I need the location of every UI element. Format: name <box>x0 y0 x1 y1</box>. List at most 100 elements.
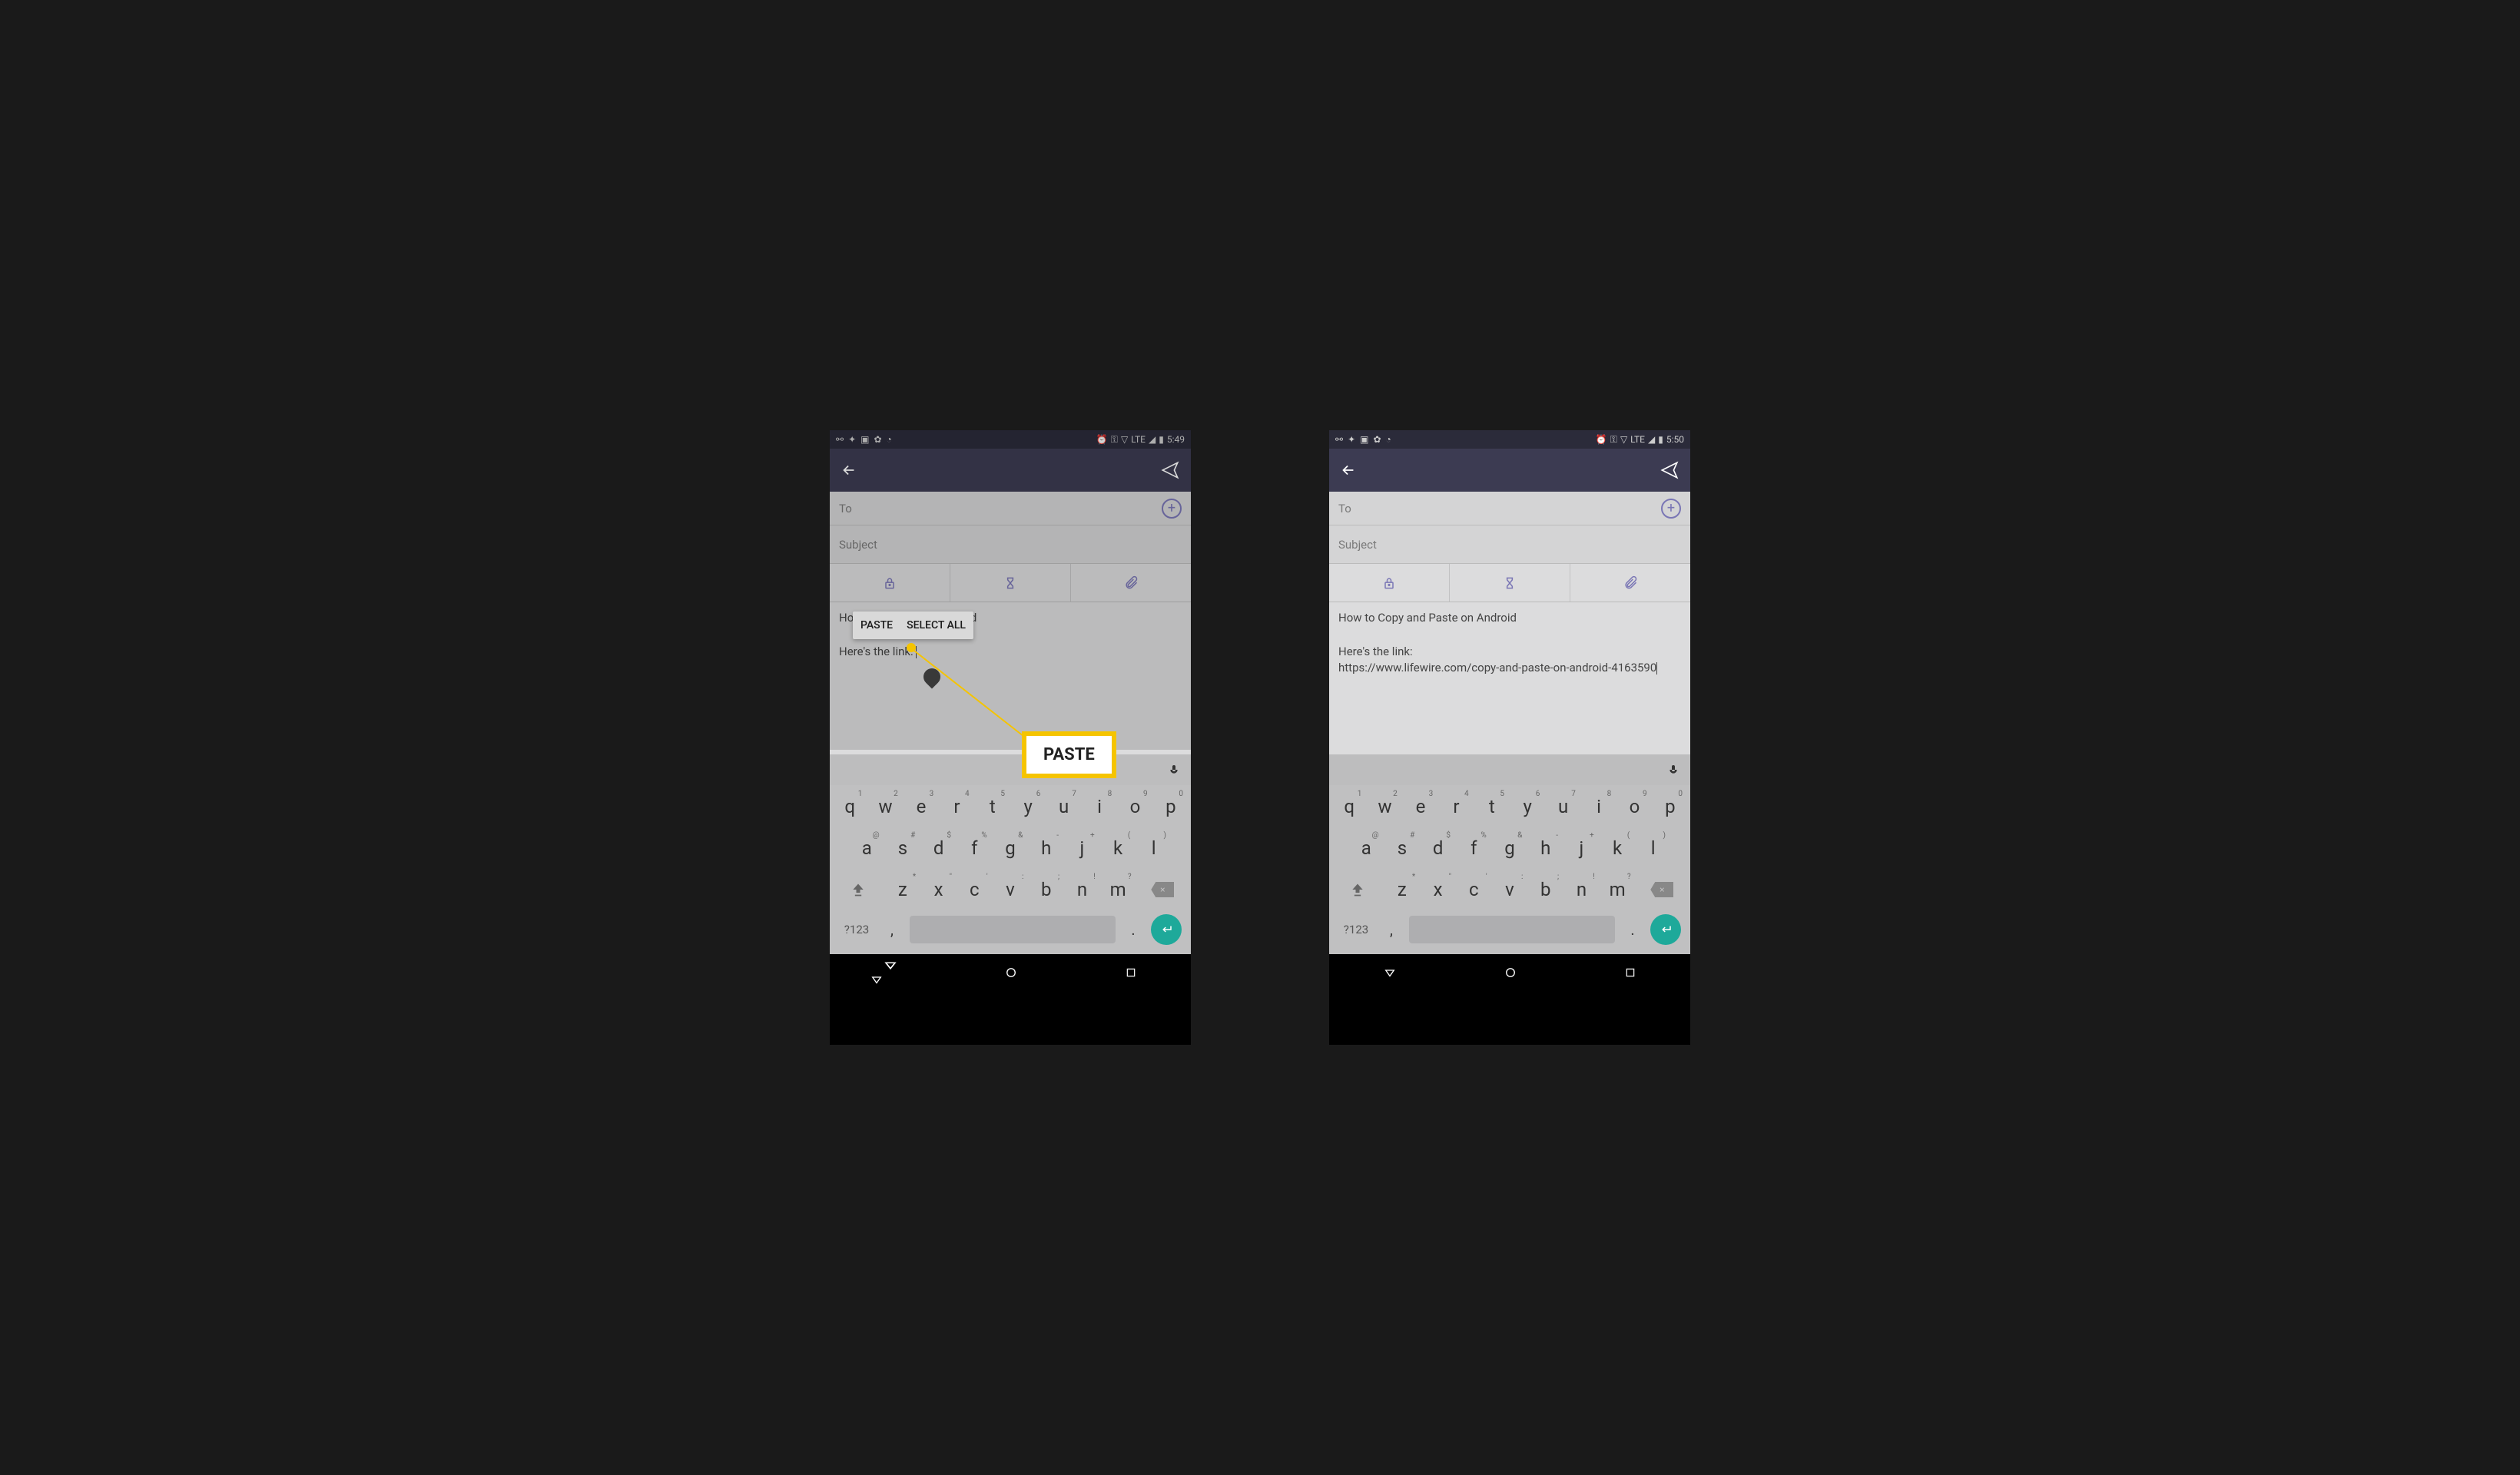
to-field[interactable]: To + <box>1329 492 1690 525</box>
key-u[interactable]: u7 <box>1546 790 1580 824</box>
key-m[interactable]: m? <box>1600 873 1636 907</box>
key-g[interactable]: g& <box>993 831 1028 865</box>
comma-key[interactable]: , <box>1381 920 1401 939</box>
key-r[interactable]: r4 <box>1439 790 1473 824</box>
nav-back-button[interactable] <box>884 959 897 986</box>
key-y[interactable]: y6 <box>1510 790 1544 824</box>
send-button[interactable] <box>1160 460 1180 480</box>
key-k[interactable]: k( <box>1600 831 1635 865</box>
key-j[interactable]: j+ <box>1065 831 1099 865</box>
key-f[interactable]: f% <box>1457 831 1491 865</box>
spacebar-key[interactable] <box>1409 916 1615 943</box>
backspace-key[interactable]: × <box>1637 873 1687 907</box>
nav-recents-button[interactable] <box>1624 966 1636 979</box>
enter-key[interactable] <box>1151 914 1182 945</box>
mic-icon[interactable] <box>1168 762 1180 777</box>
timer-button[interactable] <box>1449 564 1570 602</box>
key-e[interactable]: e3 <box>1404 790 1437 824</box>
symbols-key[interactable]: ?123 <box>1338 923 1374 936</box>
key-h[interactable]: h- <box>1528 831 1563 865</box>
subject-field[interactable]: Subject <box>830 525 1191 564</box>
key-j[interactable]: j+ <box>1564 831 1599 865</box>
nav-back-button[interactable] <box>1383 966 1397 979</box>
key-w[interactable]: w2 <box>868 790 902 824</box>
key-i[interactable]: i8 <box>1582 790 1616 824</box>
message-body[interactable]: Ho Android Here's the link: PASTE SELECT… <box>830 602 1191 754</box>
message-body[interactable]: How to Copy and Paste on Android Here's … <box>1329 602 1690 754</box>
key-q[interactable]: q1 <box>1332 790 1366 824</box>
key-q[interactable]: q1 <box>833 790 867 824</box>
key-t[interactable]: t5 <box>1475 790 1509 824</box>
comma-key[interactable]: , <box>882 920 902 939</box>
key-m[interactable]: m? <box>1100 873 1136 907</box>
send-button[interactable] <box>1660 460 1679 480</box>
key-v[interactable]: v: <box>993 873 1029 907</box>
key-a[interactable]: a@ <box>850 831 884 865</box>
key-l[interactable]: l) <box>1136 831 1171 865</box>
key-g[interactable]: g& <box>1493 831 1527 865</box>
key-y[interactable]: y6 <box>1011 790 1045 824</box>
leaf-icon: ✿ <box>1373 434 1381 445</box>
key-r[interactable]: r4 <box>940 790 973 824</box>
back-button[interactable] <box>1340 462 1357 479</box>
key-o[interactable]: o9 <box>1617 790 1651 824</box>
key-h[interactable]: h- <box>1029 831 1063 865</box>
select-all-menu-item[interactable]: SELECT ALL <box>907 618 966 633</box>
spacebar-key[interactable] <box>910 916 1116 943</box>
key-x[interactable]: x" <box>1420 873 1456 907</box>
backspace-key[interactable]: × <box>1138 873 1188 907</box>
key-v[interactable]: v: <box>1492 873 1528 907</box>
lock-button[interactable] <box>830 564 950 602</box>
nav-recents-button[interactable] <box>1125 966 1137 979</box>
period-key[interactable]: . <box>1123 920 1143 939</box>
key-n[interactable]: n! <box>1064 873 1100 907</box>
add-recipient-button[interactable]: + <box>1162 499 1182 519</box>
key-d[interactable]: d$ <box>1421 831 1455 865</box>
symbols-key[interactable]: ?123 <box>839 923 874 936</box>
compose-toolbar <box>830 564 1191 602</box>
key-w[interactable]: w2 <box>1368 790 1401 824</box>
enter-key[interactable] <box>1650 914 1681 945</box>
add-recipient-button[interactable]: + <box>1661 499 1681 519</box>
key-o[interactable]: o9 <box>1118 790 1152 824</box>
cursor-handle[interactable] <box>920 665 943 688</box>
key-z[interactable]: z* <box>884 873 920 907</box>
key-n[interactable]: n! <box>1563 873 1600 907</box>
shift-key[interactable] <box>833 873 883 907</box>
key-f[interactable]: f% <box>957 831 992 865</box>
key-c[interactable]: c' <box>1456 873 1492 907</box>
to-field[interactable]: To + <box>830 492 1191 525</box>
key-t[interactable]: t5 <box>976 790 1010 824</box>
key-s[interactable]: s# <box>886 831 920 865</box>
key-a[interactable]: a@ <box>1349 831 1384 865</box>
key-b[interactable]: b; <box>1527 873 1563 907</box>
timer-button[interactable] <box>950 564 1070 602</box>
paste-menu-item[interactable]: PASTE <box>860 618 893 633</box>
nav-home-button[interactable] <box>1004 966 1018 979</box>
mic-icon[interactable] <box>1667 762 1679 777</box>
key-i[interactable]: i8 <box>1083 790 1116 824</box>
key-s[interactable]: s# <box>1385 831 1420 865</box>
key-b[interactable]: b; <box>1028 873 1064 907</box>
back-button[interactable] <box>841 462 857 479</box>
shift-key[interactable] <box>1332 873 1382 907</box>
nav-home-button[interactable] <box>1504 966 1517 979</box>
key-d[interactable]: d$ <box>921 831 956 865</box>
subject-label: Subject <box>839 538 877 552</box>
key-p[interactable]: p0 <box>1154 790 1188 824</box>
subject-field[interactable]: Subject <box>1329 525 1690 564</box>
key-c[interactable]: c' <box>957 873 993 907</box>
attachment-button[interactable] <box>1570 564 1690 602</box>
key-p[interactable]: p0 <box>1653 790 1687 824</box>
key-l[interactable]: l) <box>1636 831 1670 865</box>
keyboard[interactable]: q1w2e3r4t5y6u7i8o9p0 a@s#d$f%g&h-j+k(l) … <box>830 785 1191 954</box>
key-z[interactable]: z* <box>1384 873 1420 907</box>
period-key[interactable]: . <box>1623 920 1643 939</box>
key-u[interactable]: u7 <box>1046 790 1080 824</box>
keyboard[interactable]: q1w2e3r4t5y6u7i8o9p0 a@s#d$f%g&h-j+k(l) … <box>1329 785 1690 954</box>
attachment-button[interactable] <box>1070 564 1191 602</box>
lock-button[interactable] <box>1329 564 1449 602</box>
key-k[interactable]: k( <box>1101 831 1136 865</box>
key-x[interactable]: x" <box>920 873 957 907</box>
key-e[interactable]: e3 <box>904 790 938 824</box>
